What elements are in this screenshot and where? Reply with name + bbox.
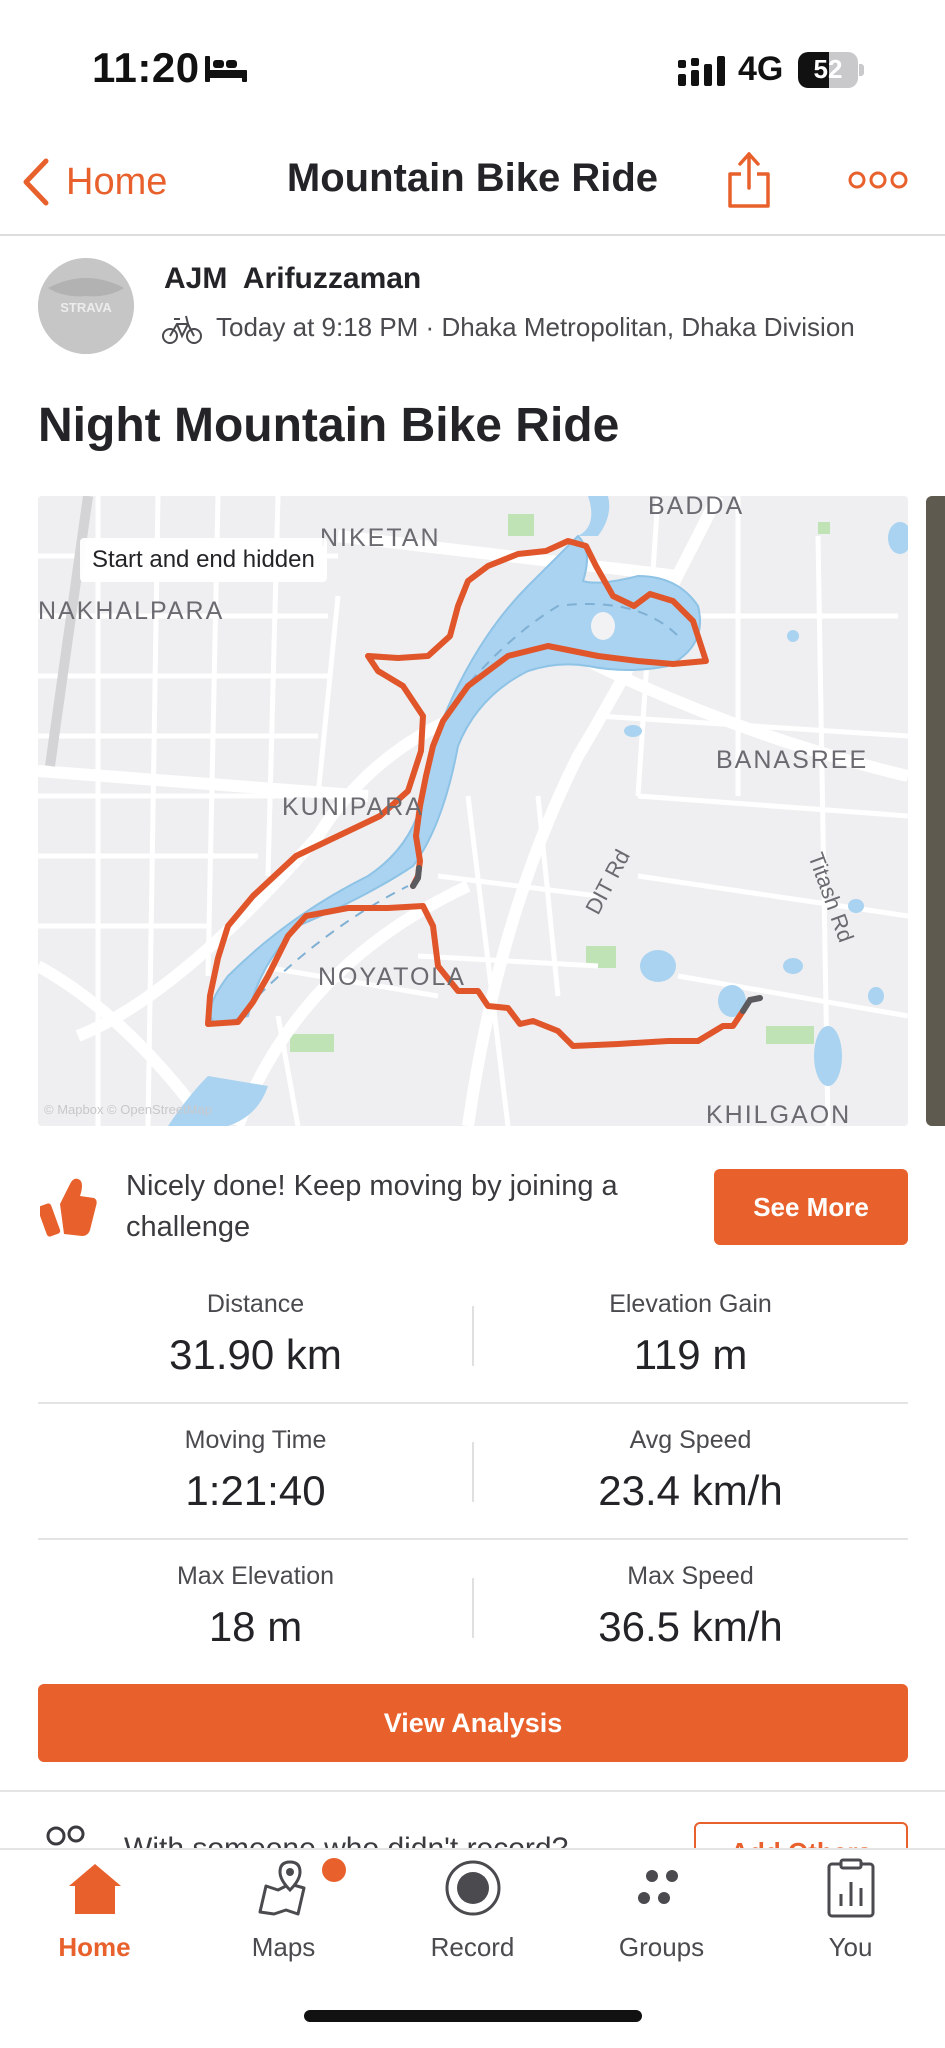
add-others-row: With someone who didn't record? Add Othe…	[38, 1822, 908, 1848]
stat-value: 1:21:40	[185, 1467, 326, 1514]
network-type: 4G	[738, 50, 784, 88]
stat-label: Max Speed	[627, 1562, 754, 1590]
nav-divider	[0, 234, 945, 236]
tab-label: You	[828, 1932, 873, 1962]
page-title: Mountain Bike Ride	[286, 156, 659, 200]
stat-value: 119 m	[633, 1331, 748, 1378]
route-map[interactable]: BADDA NIKETAN NAKHALPARA BANASREE KUNIPA…	[38, 496, 908, 1126]
status-time: 11:20	[92, 44, 200, 91]
battery-indicator: 52	[798, 52, 864, 88]
view-analysis-button[interactable]: View Analysis	[38, 1684, 908, 1762]
groups-icon	[637, 1870, 678, 1904]
avatar[interactable]: STRAVA	[38, 258, 134, 354]
stat-value: 23.4 km/h	[598, 1467, 783, 1514]
stat-label: Avg Speed	[629, 1426, 752, 1454]
park-area	[508, 514, 534, 536]
stat-divider	[472, 1442, 474, 1502]
home-indicator[interactable]	[304, 2010, 642, 2022]
maps-icon	[258, 1860, 305, 1916]
stat-label: Moving Time	[184, 1426, 327, 1454]
activity-meta: Today at 9:18 PM · Dhaka Metropolitan, D…	[216, 312, 855, 342]
tab-maps[interactable]: Maps	[189, 1856, 378, 1963]
park-area	[290, 1034, 334, 1052]
map-label-noyatola: NOYATOLA	[318, 963, 466, 991]
tab-groups[interactable]: Groups	[567, 1856, 756, 1963]
stat-divider	[472, 1578, 474, 1638]
thumbs-up-icon	[40, 1178, 97, 1237]
bike-icon	[162, 315, 202, 344]
map-label-badda: BADDA	[648, 496, 744, 520]
battery-level: 52	[813, 54, 843, 84]
add-others-prompt: With someone who didn't record?	[124, 1832, 568, 1848]
add-others-button[interactable]: Add Others	[694, 1822, 908, 1848]
map-label-khilgaon: KHILGAON	[706, 1101, 851, 1126]
park-area	[818, 522, 830, 534]
tab-home[interactable]: Home	[0, 1856, 189, 1963]
tab-label: Maps	[251, 1932, 316, 1962]
cellular-signal-icon	[678, 56, 725, 86]
stat-row-divider	[38, 1402, 908, 1404]
athlete-name[interactable]: AJM Arifuzzaman	[164, 262, 421, 296]
see-more-button[interactable]: See More	[714, 1169, 908, 1245]
home-icon	[68, 1864, 121, 1914]
map-label-banasree: BANASREE	[716, 746, 868, 774]
stat-value: 31.90 km	[169, 1331, 342, 1378]
tab-label: Groups	[618, 1932, 705, 1962]
map-canvas: BADDA NIKETAN NAKHALPARA BANASREE KUNIPA…	[38, 496, 908, 1126]
map-label-niketan: NIKETAN	[320, 524, 441, 552]
more-icon[interactable]	[848, 168, 908, 192]
tab-you[interactable]: You	[756, 1856, 945, 1963]
stat-divider	[472, 1306, 474, 1366]
tab-label: Home	[58, 1932, 131, 1962]
map-attribution: © Mapbox © OpenStreetMap	[44, 1102, 212, 1117]
stat-max-elevation: Max Elevation 18 m	[38, 1562, 473, 1651]
next-photo-peek[interactable]	[926, 496, 945, 1126]
stat-max-speed: Max Speed 36.5 km/h	[473, 1562, 908, 1651]
stat-value: 36.5 km/h	[598, 1603, 783, 1650]
stat-distance: Distance 31.90 km	[38, 1290, 473, 1379]
park-area	[766, 1026, 814, 1044]
activity-title[interactable]: Night Mountain Bike Ride	[38, 398, 619, 453]
you-icon	[827, 1858, 874, 1918]
stat-label: Max Elevation	[176, 1562, 335, 1590]
map-label-kunipara: KUNIPARA	[282, 793, 424, 821]
share-icon[interactable]	[726, 150, 772, 210]
privacy-tag: Start and end hidden	[80, 538, 327, 582]
stat-row-divider	[38, 1538, 908, 1540]
stat-elevation-gain: Elevation Gain 119 m	[473, 1290, 908, 1379]
map-label-nakhalpara: NAKHALPARA	[38, 597, 224, 625]
avatar-text: STRAVA	[60, 300, 112, 315]
people-icon	[46, 1825, 85, 1846]
sleep-focus-icon	[205, 56, 247, 82]
stat-label: Distance	[206, 1290, 305, 1318]
tab-record[interactable]: Record	[378, 1856, 567, 1963]
stat-moving-time: Moving Time 1:21:40	[38, 1426, 473, 1515]
record-icon	[445, 1860, 500, 1916]
tab-label: Record	[430, 1932, 515, 1962]
notification-dot	[322, 1858, 346, 1882]
stat-label: Elevation Gain	[609, 1290, 772, 1318]
stat-avg-speed: Avg Speed 23.4 km/h	[473, 1426, 908, 1515]
section-divider	[0, 1790, 945, 1792]
challenge-prompt: Nicely done! Keep moving by joining a ch…	[126, 1170, 618, 1243]
stat-value: 18 m	[208, 1603, 303, 1650]
